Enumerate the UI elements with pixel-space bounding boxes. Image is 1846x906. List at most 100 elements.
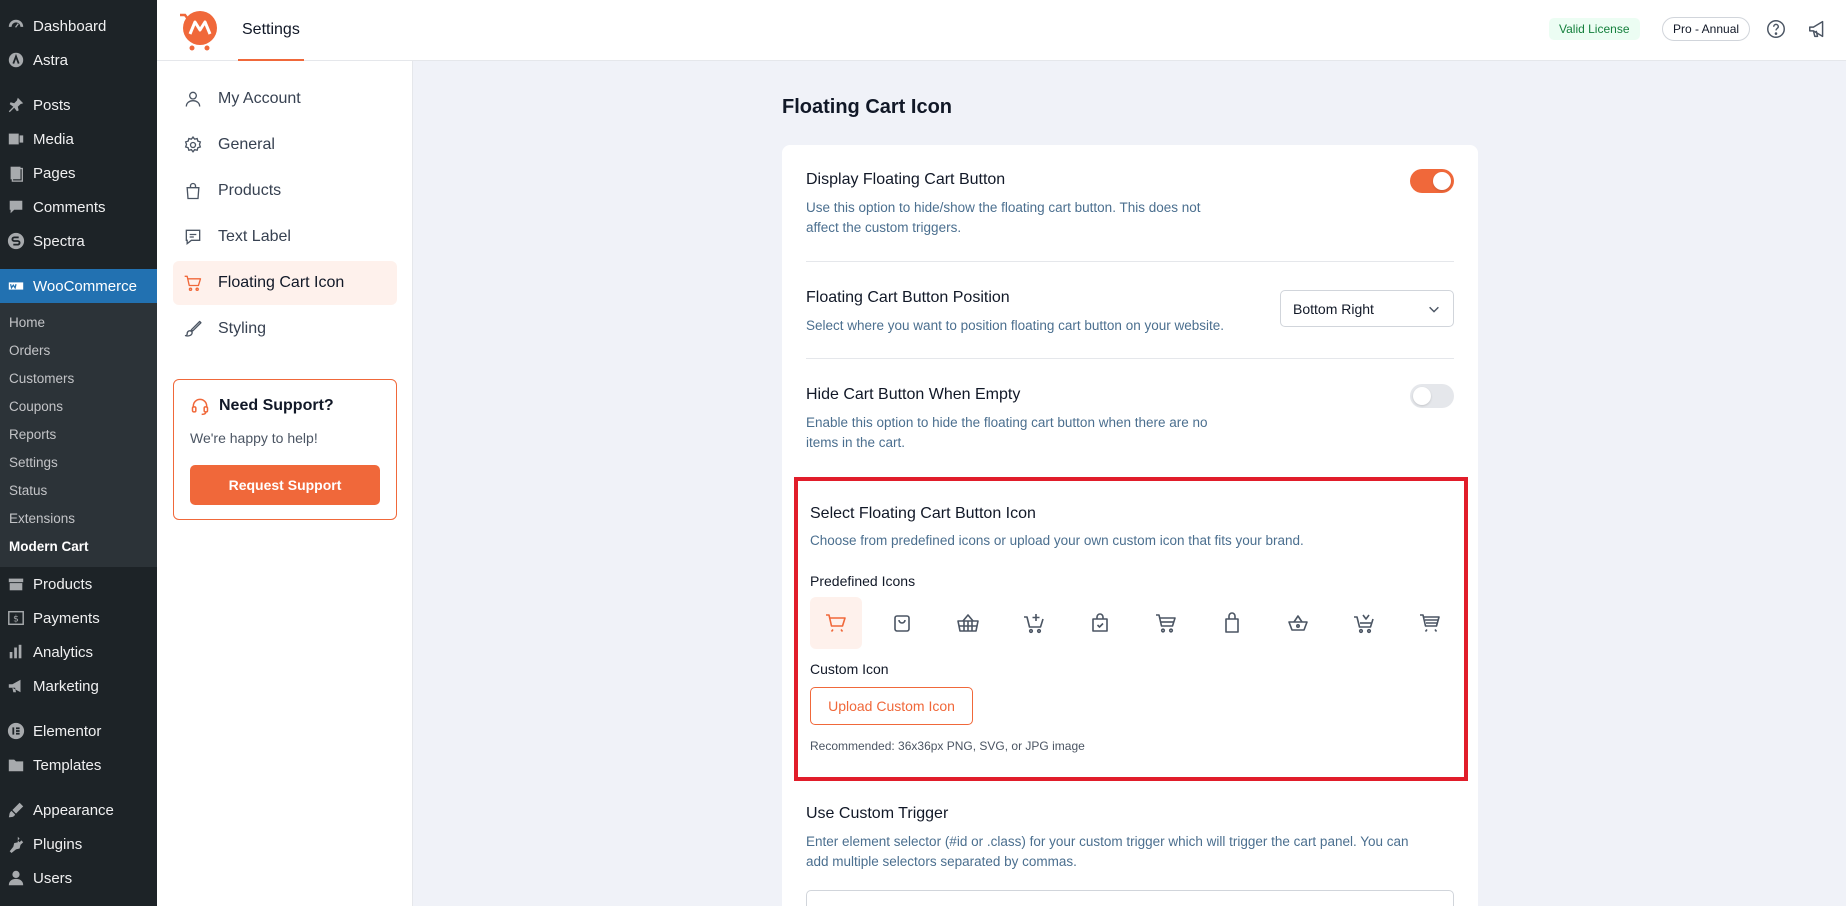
- wp-menu-plugins[interactable]: Plugins: [0, 827, 157, 861]
- nav-products[interactable]: Products: [173, 169, 397, 213]
- wp-menu-label: Templates: [33, 756, 102, 774]
- wp-submenu-modern-cart[interactable]: Modern Cart: [0, 533, 157, 561]
- wp-menu-analytics[interactable]: Analytics: [0, 635, 157, 669]
- payments-icon: $: [6, 608, 26, 628]
- display-floating-cart-row: Display Floating Cart Button Use this op…: [806, 171, 1454, 238]
- basket-round-icon: [1288, 615, 1308, 631]
- divider: [806, 261, 1454, 262]
- brush-icon: [184, 320, 202, 337]
- wp-menu-label: Pages: [33, 164, 76, 182]
- wp-menu-label: Marketing: [33, 677, 99, 695]
- icon-option-cart-outline[interactable]: [1140, 597, 1192, 649]
- announcement-icon[interactable]: [1807, 18, 1829, 40]
- row-title: Use Custom Trigger: [806, 805, 949, 822]
- nav-general[interactable]: General: [173, 123, 397, 167]
- help-icon[interactable]: [1765, 18, 1787, 40]
- wp-submenu-status[interactable]: Status: [0, 477, 157, 505]
- wp-menu-pages[interactable]: Pages: [0, 156, 157, 190]
- icon-option-bag[interactable]: [876, 597, 928, 649]
- wp-menu-users[interactable]: Users: [0, 861, 157, 895]
- icon-option-shopping-bag[interactable]: [1074, 597, 1126, 649]
- wp-menu-astra[interactable]: Astra: [0, 43, 157, 77]
- wp-submenu-home[interactable]: Home: [0, 309, 157, 337]
- wp-submenu-customers[interactable]: Customers: [0, 365, 157, 393]
- archive-icon: [6, 574, 26, 594]
- wp-menu-label: Elementor: [33, 722, 102, 740]
- wp-menu-templates[interactable]: Templates: [0, 748, 157, 782]
- hide-when-empty-toggle[interactable]: [1410, 384, 1454, 408]
- svg-text:$: $: [13, 615, 19, 625]
- shopping-bag-icon: [1092, 613, 1108, 632]
- custom-trigger-row: Use Custom Trigger Enter element selecto…: [806, 805, 1454, 872]
- icon-option-basket[interactable]: [942, 597, 994, 649]
- wp-menu-label: Payments: [33, 609, 100, 627]
- row-desc-line: Enable this option to hide the floating …: [806, 415, 1208, 430]
- wp-submenu-reports[interactable]: Reports: [0, 421, 157, 449]
- row-desc-line: Enter element selector (#id or .class) f…: [806, 834, 1409, 849]
- basket-icon: [957, 614, 979, 632]
- nav-text-label[interactable]: Text Label: [173, 215, 397, 259]
- wp-submenu-coupons[interactable]: Coupons: [0, 393, 157, 421]
- pages-icon: [6, 163, 26, 183]
- row-title: Hide Cart Button When Empty: [806, 386, 1021, 403]
- wp-submenu-orders[interactable]: Orders: [0, 337, 157, 365]
- wp-menu-dashboard[interactable]: Dashboard: [0, 9, 157, 43]
- nav-styling[interactable]: Styling: [173, 307, 397, 351]
- icon-option-cart-lines[interactable]: [1404, 597, 1456, 649]
- wp-menu-label: Posts: [33, 96, 71, 114]
- nav-label: Floating Cart Icon: [218, 274, 345, 291]
- wp-menu-payments[interactable]: $ Payments: [0, 601, 157, 635]
- wp-menu-media[interactable]: Media: [0, 122, 157, 156]
- wp-menu-comments[interactable]: Comments: [0, 190, 157, 224]
- wp-submenu-settings[interactable]: Settings: [0, 449, 157, 477]
- predefined-icon-grid: [810, 597, 1458, 649]
- upload-custom-icon-button[interactable]: Upload Custom Icon: [810, 687, 973, 725]
- wp-menu-elementor[interactable]: Elementor: [0, 714, 157, 748]
- wp-submenu-extensions[interactable]: Extensions: [0, 505, 157, 533]
- display-floating-cart-toggle[interactable]: [1410, 169, 1454, 193]
- row-desc-line: items in the cart.: [806, 435, 906, 450]
- wp-menu-appearance[interactable]: Appearance: [0, 793, 157, 827]
- brush-icon: [6, 800, 26, 820]
- nav-label: Text Label: [218, 228, 291, 245]
- request-support-button[interactable]: Request Support: [190, 465, 380, 505]
- media-icon: [6, 129, 26, 149]
- support-title-text: Need Support?: [219, 397, 334, 414]
- wp-menu-label: Spectra: [33, 232, 85, 250]
- wp-menu-woocommerce[interactable]: WooCommerce: [0, 269, 157, 303]
- icon-option-basket-round[interactable]: [1272, 597, 1324, 649]
- icon-option-bag-simple[interactable]: [1206, 597, 1258, 649]
- wp-menu-label: Astra: [33, 51, 69, 69]
- position-select[interactable]: Bottom Right: [1280, 290, 1454, 327]
- wp-menu-label: Users: [33, 869, 73, 887]
- wp-menu-marketing[interactable]: Marketing: [0, 669, 157, 703]
- icon-option-cart[interactable]: [810, 597, 862, 649]
- headset-icon: [191, 398, 209, 416]
- nav-my-account[interactable]: My Account: [173, 77, 397, 121]
- woo-icon: [6, 276, 26, 296]
- wp-menu-label: Comments: [33, 198, 106, 216]
- icon-option-cart-plus[interactable]: [1008, 597, 1060, 649]
- message-icon: [185, 229, 201, 246]
- position-select-value: Bottom Right: [1293, 300, 1374, 317]
- wp-menu-spectra[interactable]: Spectra: [0, 224, 157, 258]
- wp-menu-label: Analytics: [33, 643, 94, 661]
- row-desc-line: add multiple selectors separated by comm…: [806, 854, 1077, 869]
- tab-settings[interactable]: Settings: [238, 0, 304, 61]
- hide-when-empty-row: Hide Cart Button When Empty Enable this …: [806, 386, 1454, 453]
- icon-option-cart-add[interactable]: [1338, 597, 1390, 649]
- cart-lines-icon: [1420, 614, 1440, 632]
- toggle-knob: [1433, 172, 1451, 190]
- custom-trigger-input[interactable]: [806, 890, 1454, 906]
- dashboard-icon: [6, 16, 26, 36]
- nav-label: General: [218, 136, 275, 153]
- folder-icon: [6, 755, 26, 775]
- wp-menu-posts[interactable]: Posts: [0, 88, 157, 122]
- support-card: Need Support? We're happy to help! Reque…: [173, 379, 397, 520]
- plan-badge: Pro - Annual: [1662, 17, 1751, 41]
- nav-floating-cart-icon[interactable]: Floating Cart Icon: [173, 261, 397, 305]
- section-desc: Choose from predefined icons or upload y…: [810, 533, 1304, 548]
- wp-menu-products[interactable]: Products: [0, 567, 157, 601]
- shopping-bag-icon: [186, 182, 200, 200]
- pin-icon: [6, 95, 26, 115]
